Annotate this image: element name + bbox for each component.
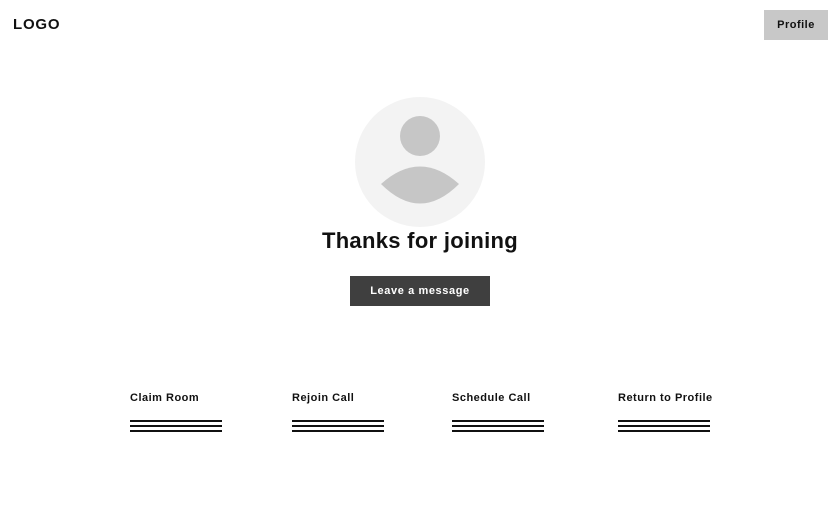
page: LOGO Profile Thanks for joining Leave a … — [0, 0, 840, 524]
schedule-call-link[interactable]: Schedule Call — [452, 392, 544, 432]
avatar — [355, 97, 485, 227]
claim-room-link[interactable]: Claim Room — [130, 392, 222, 432]
user-silhouette-icon — [381, 116, 459, 204]
action-label[interactable]: Rejoin Call — [292, 392, 354, 404]
page-title: Thanks for joining — [321, 228, 519, 253]
return-to-profile-link[interactable]: Return to Profile — [618, 392, 713, 432]
logo[interactable]: LOGO — [13, 16, 60, 33]
action-label[interactable]: Schedule Call — [452, 392, 531, 404]
action-label[interactable]: Return to Profile — [618, 392, 713, 404]
profile-button[interactable]: Profile — [764, 10, 828, 40]
rejoin-call-link[interactable]: Rejoin Call — [292, 392, 384, 432]
action-label[interactable]: Claim Room — [130, 392, 199, 404]
leave-message-button[interactable]: Leave a message — [350, 276, 490, 306]
